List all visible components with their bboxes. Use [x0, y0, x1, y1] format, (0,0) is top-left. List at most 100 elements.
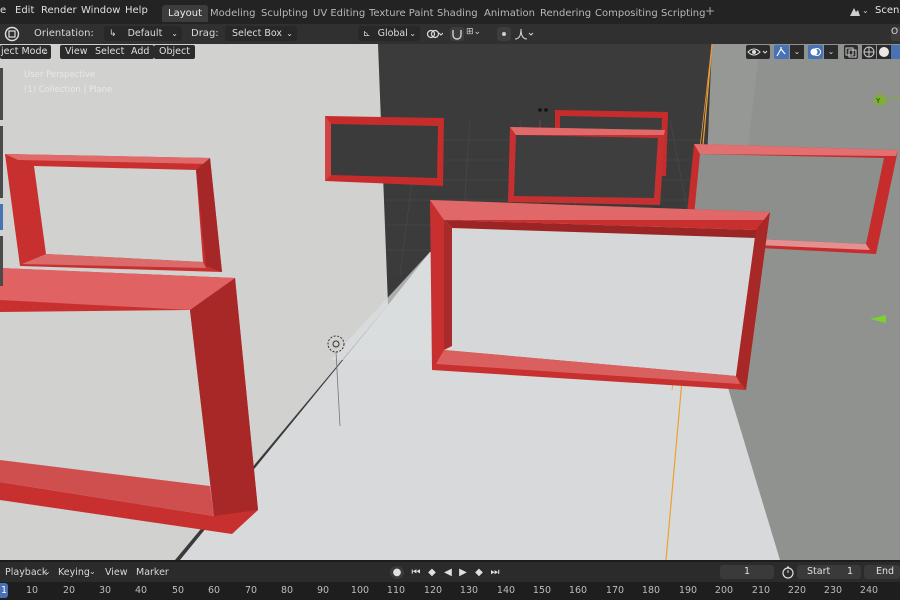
ruler-tick: 140	[496, 585, 516, 596]
tab-modeling[interactable]: Modeling	[204, 5, 262, 22]
chevron-down-icon: ⌄	[42, 47, 49, 56]
ruler-tick: 180	[641, 585, 661, 596]
solid-shading-icon[interactable]	[877, 45, 891, 59]
ruler-tick: 200	[714, 585, 734, 596]
start-frame-field[interactable]: Start 1	[797, 565, 861, 579]
scene-name[interactable]: Scene	[875, 5, 900, 16]
drag-dropdown[interactable]: Select Box ⌄	[225, 26, 297, 41]
material-shading-icon[interactable]	[891, 45, 900, 59]
menu-add[interactable]: Add	[126, 45, 155, 59]
menu-playback[interactable]: Playback	[5, 567, 47, 578]
overlays-toggle-icon[interactable]	[808, 45, 823, 59]
orientation-label: Orientation:	[34, 28, 94, 39]
tab-sculpting[interactable]: Sculpting	[255, 5, 314, 22]
toolbar-active-tool[interactable]	[0, 204, 3, 230]
scene-dropdown-icon[interactable]: ⌄	[862, 6, 869, 15]
shelf-frame	[508, 127, 665, 205]
visibility-icon[interactable]	[746, 45, 770, 59]
shelf-frame	[5, 154, 222, 272]
pivot-point-icon[interactable]	[425, 27, 444, 41]
timeline-ruler[interactable]: 1 10 20 30 40 50 60 70 80 90 100 110 120…	[0, 582, 900, 600]
tab-compositing[interactable]: Compositing	[589, 5, 664, 22]
gizmo-y-label[interactable]: Y	[875, 97, 881, 105]
xray-icon[interactable]	[844, 45, 858, 59]
next-keyframe-icon[interactable]: ◆	[472, 566, 486, 579]
ruler-tick: 30	[98, 585, 112, 596]
record-icon[interactable]: ●	[390, 566, 404, 579]
tab-shading[interactable]: Shading	[431, 5, 484, 22]
tab-scripting[interactable]: Scripting	[655, 5, 711, 22]
tab-rendering[interactable]: Rendering	[534, 5, 597, 22]
ruler-tick: 210	[751, 585, 771, 596]
add-workspace-icon[interactable]: +	[705, 4, 715, 18]
viewport-perspective-label: User Perspective	[24, 70, 96, 80]
global-axis-icon: ⊾	[363, 29, 371, 39]
menu-keying[interactable]: Keying	[58, 567, 90, 578]
ruler-tick: 240	[859, 585, 879, 596]
shelf-frame	[430, 200, 770, 390]
viewport-collection-label: (1) Collection | Plane	[24, 85, 113, 95]
ruler-tick: 170	[605, 585, 625, 596]
3d-viewport[interactable]: Y User Perspective (1) Collection | Plan…	[0, 44, 900, 560]
wireframe-shading-icon[interactable]	[862, 45, 876, 59]
menu-help[interactable]: Help	[125, 5, 148, 16]
end-frame-field[interactable]: End	[864, 565, 900, 579]
ruler-tick: 20	[62, 585, 76, 596]
active-tool-icon[interactable]	[3, 25, 21, 43]
menu-edit[interactable]: Edit	[15, 5, 34, 16]
shelf-frame	[0, 268, 258, 534]
ruler-tick: 60	[207, 585, 221, 596]
mode-value: ject Mode	[1, 46, 48, 57]
menu-window[interactable]: Window	[81, 5, 120, 16]
ruler-tick: 150	[532, 585, 552, 596]
options-icon[interactable]: O	[891, 27, 900, 41]
start-label: Start	[807, 566, 831, 577]
snap-icon[interactable]	[450, 27, 464, 41]
menu-view[interactable]: View	[60, 45, 93, 59]
proportional-editing-icon[interactable]	[497, 27, 511, 41]
tab-animation[interactable]: Animation	[478, 5, 541, 22]
ruler-tick: 10	[25, 585, 39, 596]
gizmo-dropdown-icon[interactable]: ⌄	[790, 45, 804, 59]
stopwatch-icon[interactable]	[781, 565, 795, 579]
menu-select[interactable]: Select	[90, 45, 130, 59]
prev-keyframe-icon[interactable]: ◆	[425, 566, 439, 579]
chevron-down-icon: ⌄	[89, 567, 96, 576]
ruler-tick: 160	[568, 585, 588, 596]
toolbar-annotate-tools[interactable]	[0, 236, 3, 286]
transform-orientation-dropdown[interactable]: ⊾ Global ⌄	[358, 26, 420, 41]
snap-target-icon[interactable]: ⊞⌄	[466, 27, 490, 41]
ruler-tick: 110	[386, 585, 406, 596]
jump-end-icon[interactable]: ⏭	[488, 566, 502, 579]
menu-render[interactable]: Render	[41, 5, 77, 16]
tab-layout[interactable]: Layout	[162, 5, 208, 22]
ruler-tick: 40	[134, 585, 148, 596]
menu-marker[interactable]: Marker	[136, 567, 169, 578]
menu-timeline-view[interactable]: View	[105, 567, 128, 578]
jump-start-icon[interactable]: ⏮	[409, 566, 423, 579]
toolbar-select-tool[interactable]	[0, 68, 3, 120]
orientation-dropdown[interactable]: ↳ Default ⌄	[104, 26, 182, 41]
shelf-frame	[325, 116, 444, 186]
menu-object[interactable]: Object	[154, 45, 195, 59]
mode-dropdown[interactable]: ject Mode ⌄	[0, 45, 51, 59]
falloff-icon[interactable]	[514, 27, 536, 41]
tab-texture-paint[interactable]: Texture Paint	[363, 5, 440, 22]
current-frame-field[interactable]: 1	[720, 565, 774, 579]
viewport-scene: Y	[0, 44, 900, 560]
overlays-dropdown-icon[interactable]: ⌄	[824, 45, 838, 59]
tab-uv-editing[interactable]: UV Editing	[307, 5, 371, 22]
chevron-down-icon: ⌄	[171, 29, 178, 38]
play-icon[interactable]: ▶	[456, 566, 470, 579]
orientation-icon: ↳	[109, 29, 117, 39]
ruler-tick: 50	[171, 585, 185, 596]
orientation-value: Default	[127, 28, 163, 39]
chevron-down-icon: ⌄	[44, 567, 51, 576]
menu-blender-logo[interactable]: e	[0, 5, 6, 16]
ruler-tick: 130	[459, 585, 479, 596]
play-reverse-icon[interactable]: ◀	[441, 566, 455, 579]
scene-icon[interactable]	[848, 6, 862, 18]
gizmo-toggle-icon[interactable]	[774, 45, 789, 59]
toolbar-transform-tools[interactable]	[0, 126, 3, 198]
chevron-down-icon: ⌄	[409, 29, 416, 38]
